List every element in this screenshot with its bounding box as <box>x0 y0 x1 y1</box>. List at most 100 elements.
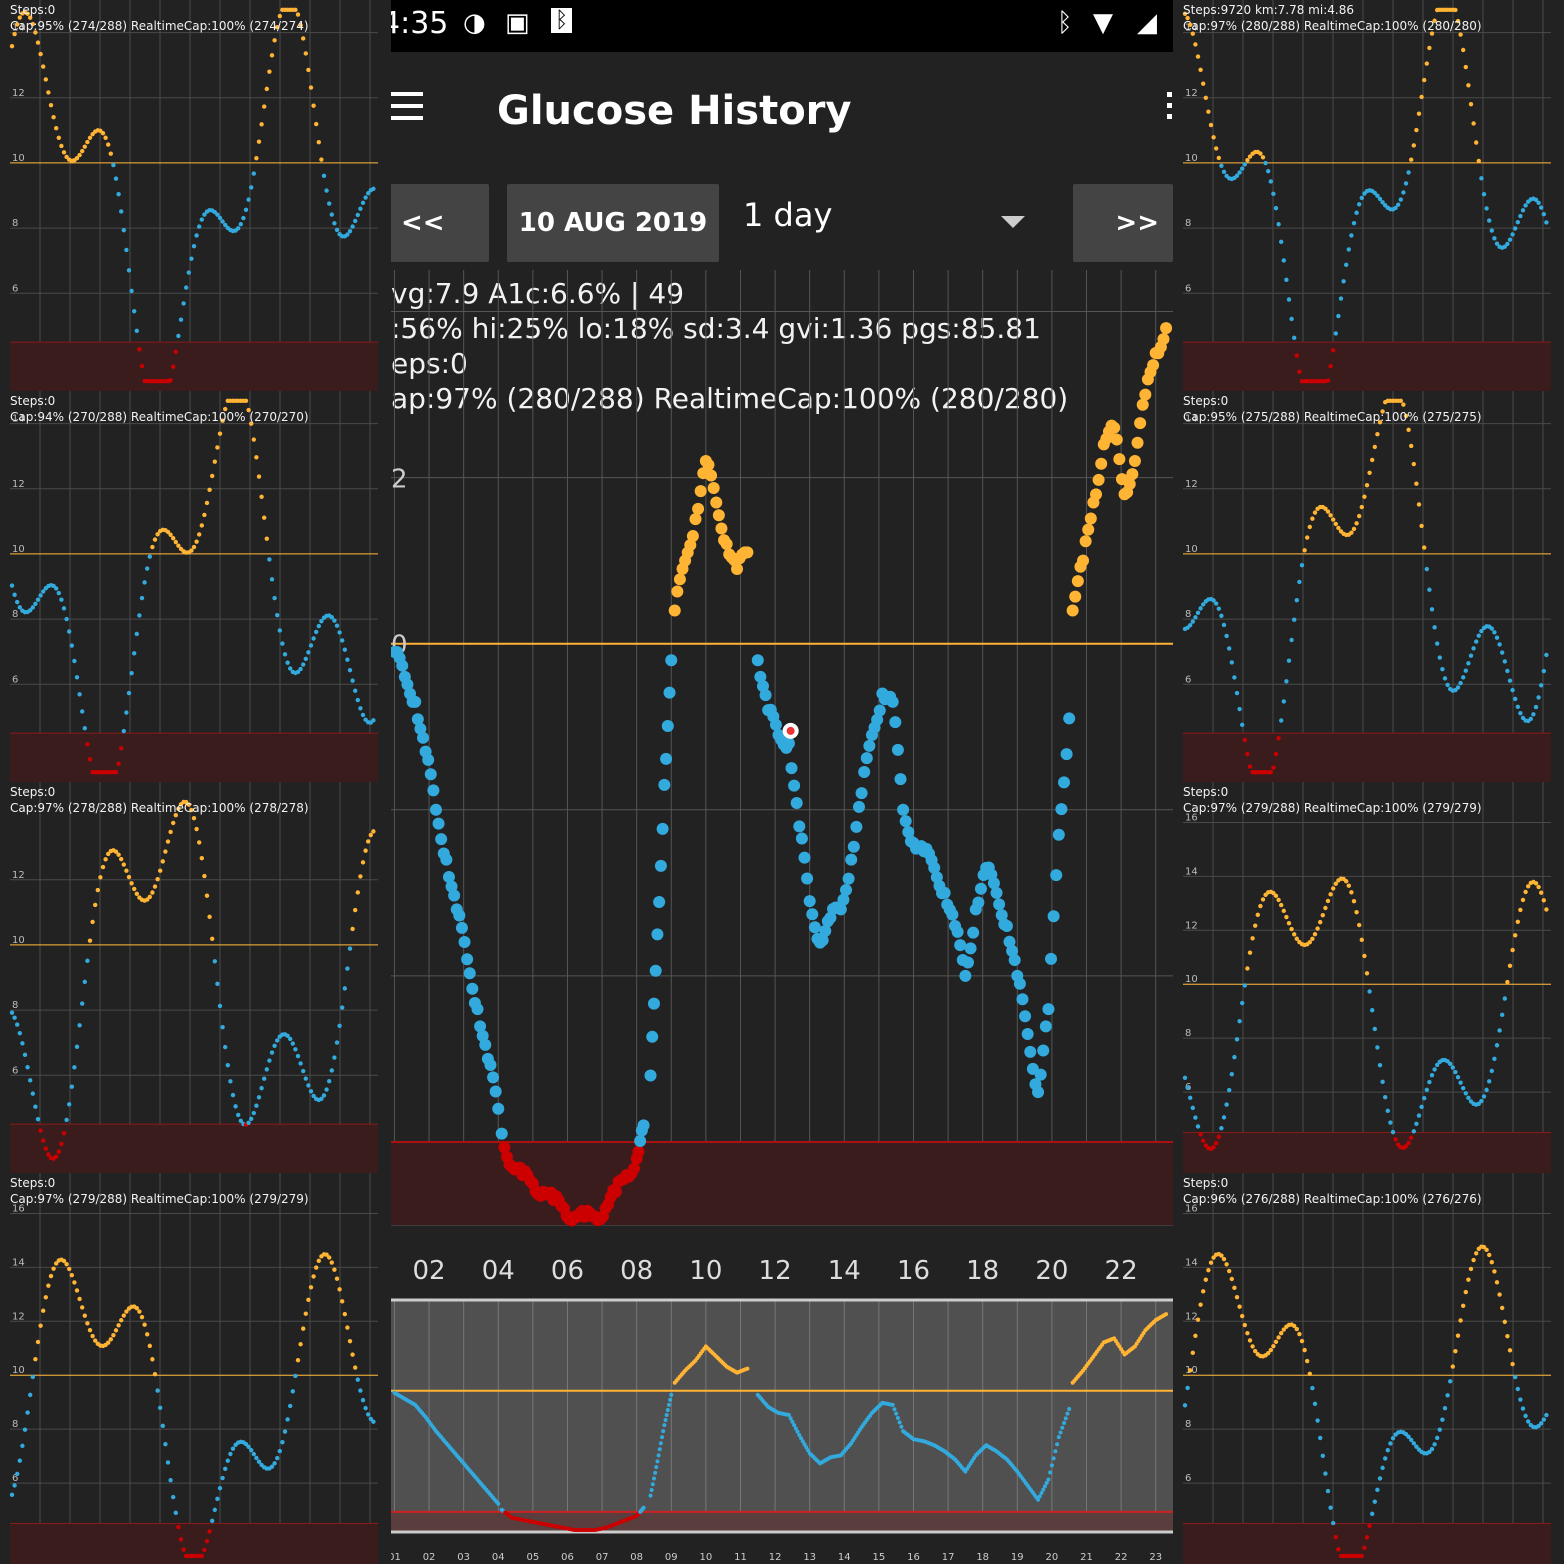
data-point <box>347 228 353 234</box>
data-point <box>1515 704 1520 709</box>
data-point <box>46 90 51 95</box>
data-point <box>197 840 202 845</box>
range-selector[interactable]: 1 day <box>743 196 1033 252</box>
data-point <box>1092 473 1105 486</box>
data-point <box>1286 297 1292 302</box>
data-point <box>314 1265 319 1270</box>
data-point <box>134 891 139 897</box>
data-point <box>1497 642 1502 647</box>
data-point <box>897 803 910 816</box>
data-point <box>371 186 376 191</box>
data-point <box>41 1138 46 1143</box>
data-point <box>204 500 210 506</box>
preview-glucose-chart[interactable]: 01 02 03 04 05 06 07 08 09 10 11 12 13 14 15 16 17 18 19 20… <box>391 1294 1173 1564</box>
data-point <box>150 1357 155 1362</box>
data-point <box>1536 884 1541 890</box>
data-point <box>1424 566 1429 572</box>
data-point <box>48 102 54 108</box>
main-glucose-chart[interactable]: 2002 04 06 08 10 12 14 16 18 20 22 <box>391 270 1173 1290</box>
data-point <box>1276 222 1281 227</box>
data-point <box>340 638 345 643</box>
data-point <box>199 217 204 222</box>
data-point <box>108 151 114 156</box>
data-point <box>1110 433 1123 446</box>
data-point <box>1445 1393 1450 1398</box>
data-point <box>1458 680 1463 686</box>
data-point <box>1193 1333 1198 1339</box>
data-point <box>1463 668 1468 673</box>
x-tick-label: 18 <box>976 1552 989 1563</box>
data-point <box>845 853 858 866</box>
data-point <box>1437 1427 1442 1432</box>
data-point <box>1453 1069 1458 1075</box>
data-point <box>609 1185 622 1198</box>
data-point <box>306 67 311 73</box>
data-point <box>46 1283 51 1288</box>
data-point <box>1279 239 1284 245</box>
data-point <box>1050 869 1063 882</box>
preview-point <box>1055 1442 1060 1447</box>
data-point <box>1333 1534 1338 1540</box>
data-point <box>1518 1397 1523 1402</box>
data-point <box>1419 523 1424 529</box>
data-point <box>628 1162 641 1175</box>
data-point <box>129 671 134 676</box>
data-point <box>80 709 85 714</box>
overflow-menu-icon[interactable] <box>1167 92 1173 126</box>
data-point <box>56 135 61 141</box>
data-point <box>9 1010 15 1015</box>
data-point <box>137 1309 142 1314</box>
data-point <box>1502 659 1507 664</box>
date-picker-button[interactable]: 10 AUG 2019 <box>507 184 719 262</box>
data-point <box>126 690 132 696</box>
data-point <box>38 1128 43 1133</box>
data-point <box>64 616 69 622</box>
data-point <box>353 218 358 224</box>
data-point <box>1411 1129 1416 1134</box>
data-point <box>204 1538 210 1544</box>
data-point <box>1523 203 1528 208</box>
preview-point <box>496 1501 501 1506</box>
data-point <box>1190 1105 1195 1111</box>
data-point <box>254 156 259 161</box>
data-point <box>1351 526 1357 532</box>
data-point <box>1372 444 1377 450</box>
preview-point <box>651 1476 656 1481</box>
data-point <box>1279 718 1284 723</box>
data-point <box>1458 1318 1463 1323</box>
data-point <box>1468 102 1474 107</box>
x-tick-label: 14 <box>828 1256 861 1286</box>
data-point <box>1515 919 1520 925</box>
data-point <box>184 285 189 290</box>
data-point <box>1232 1054 1237 1060</box>
panel-header: Steps:0 Cap:95% (274/288) RealtimeCap:10… <box>10 3 309 33</box>
data-point <box>1507 1348 1513 1353</box>
menu-icon[interactable] <box>391 92 423 122</box>
data-point <box>1505 979 1510 985</box>
data-point <box>171 1494 176 1500</box>
data-point <box>28 1078 33 1083</box>
data-point <box>1338 296 1344 301</box>
panel-header: Steps:0 Cap:94% (270/288) RealtimeCap:10… <box>10 394 309 424</box>
y-tick-label: 12 <box>12 479 25 490</box>
y-tick-label: 6 <box>12 1065 18 1076</box>
data-point <box>165 1460 171 1465</box>
data-point <box>217 431 223 436</box>
data-point <box>1203 1277 1208 1282</box>
data-point <box>30 1091 35 1096</box>
preview-point <box>658 1441 663 1446</box>
data-point <box>1008 954 1021 967</box>
data-point <box>1544 907 1549 912</box>
data-point <box>1450 1364 1455 1369</box>
data-point <box>119 856 124 862</box>
data-point <box>1354 909 1359 915</box>
previous-day-button[interactable]: << <box>391 184 489 262</box>
data-point <box>1466 1277 1471 1282</box>
data-point <box>116 191 121 197</box>
data-point <box>334 1040 340 1045</box>
data-point <box>168 829 173 835</box>
preview-point <box>1065 1411 1070 1416</box>
data-point <box>124 868 129 873</box>
data-point <box>264 536 269 541</box>
next-day-button[interactable]: >> <box>1073 184 1173 262</box>
